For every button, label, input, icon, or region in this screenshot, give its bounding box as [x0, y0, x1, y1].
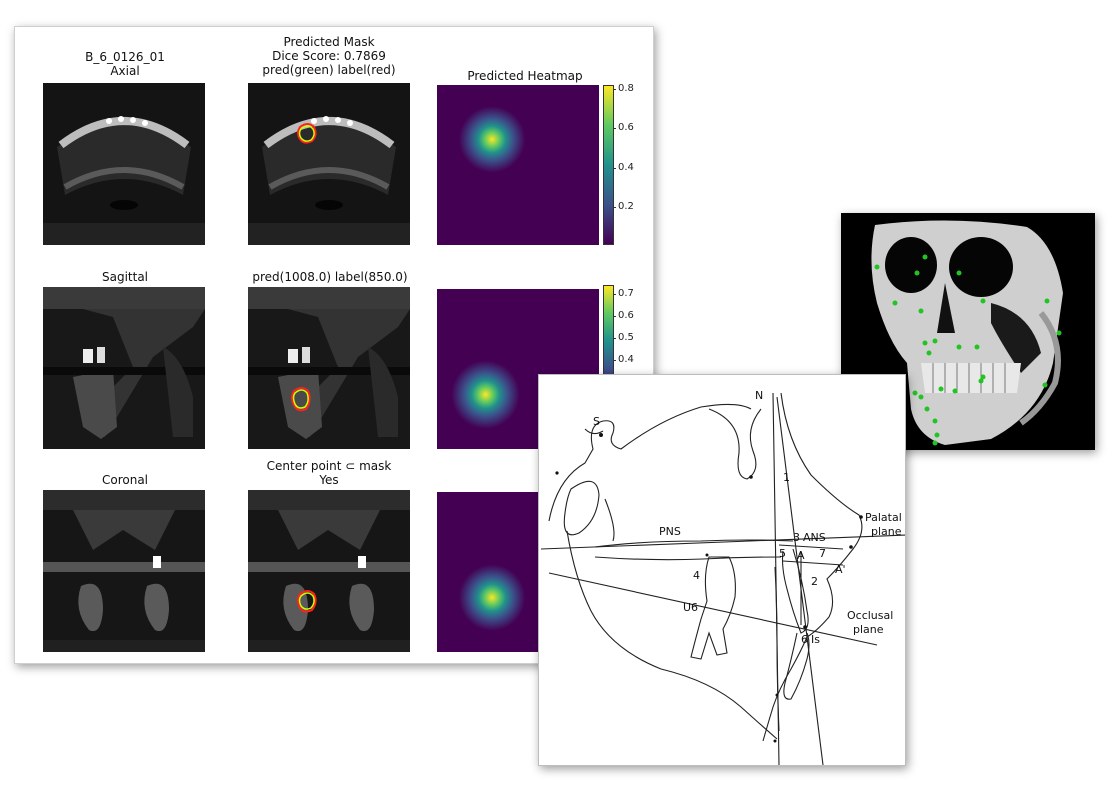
label-nasion: N: [755, 389, 763, 402]
sagittal-view-title: Sagittal: [101, 270, 149, 284]
dice-score-label: Dice Score: 0.7869: [272, 49, 386, 63]
cephalometric-tracing: S N PNS ANS Palatal plane A A' Occlusal …: [538, 374, 906, 766]
label-pns: PNS: [659, 525, 681, 538]
colorbar2-tick: 0.7: [613, 287, 634, 299]
axial-case-title: B_6_0126_01: [85, 50, 165, 64]
predicted-mask-title: Predicted Mask: [283, 35, 375, 49]
sagittal-ct-image: [43, 287, 205, 449]
colorbar1-tick: 0.4: [613, 161, 634, 173]
colorbar2-tick: 0.4: [613, 353, 634, 365]
label-sella: S: [593, 415, 600, 428]
colorbar1-tick: 0.2: [613, 201, 634, 213]
label-is: Is: [811, 633, 820, 646]
label-ans: ANS: [803, 531, 826, 544]
axial-view-title: Axial: [110, 64, 140, 78]
center-point-title: Center point ⊂ mask: [266, 459, 392, 473]
coronal-ct-image: [43, 490, 205, 652]
label-palatal-plane-2: plane: [871, 525, 902, 538]
label-occlusal-plane-2: plane: [853, 623, 884, 636]
label-measure-5: 5: [779, 547, 786, 560]
heatmap-colorbar-1: [603, 85, 614, 245]
label-measure-7: 7: [819, 547, 826, 560]
colorbar1-tick: 0.6: [613, 122, 634, 134]
sagittal-mask-overlay-image: [248, 287, 410, 449]
center-point-value: Yes: [319, 473, 339, 487]
label-a-point: A: [797, 549, 805, 562]
label-measure-3: 3: [793, 531, 800, 544]
axial-ct-image: [43, 83, 205, 245]
mask-legend-label: pred(green) label(red): [262, 63, 396, 77]
colorbar1-tick: 0.8: [613, 82, 634, 94]
label-a-prime: A': [835, 563, 846, 576]
coronal-view-title: Coronal: [101, 473, 149, 487]
axial-mask-overlay-image: [248, 83, 410, 245]
predicted-heatmap-title: Predicted Heatmap: [467, 69, 583, 83]
label-u6: U6: [683, 601, 698, 614]
label-occlusal-plane-1: Occlusal: [847, 609, 893, 622]
label-measure-2: 2: [811, 575, 818, 588]
label-measure-1: 1: [783, 471, 790, 484]
label-palatal-plane-1: Palatal: [865, 511, 902, 524]
coronal-mask-overlay-image: [248, 490, 410, 652]
heatmap-image-1: [437, 85, 599, 245]
colorbar2-tick: 0.6: [613, 309, 634, 321]
label-measure-4: 4: [693, 569, 700, 582]
colorbar2-tick: 0.5: [613, 331, 634, 343]
label-measure-6: 6: [801, 633, 808, 646]
prediction-vs-label-title: pred(1008.0) label(850.0): [252, 270, 408, 284]
